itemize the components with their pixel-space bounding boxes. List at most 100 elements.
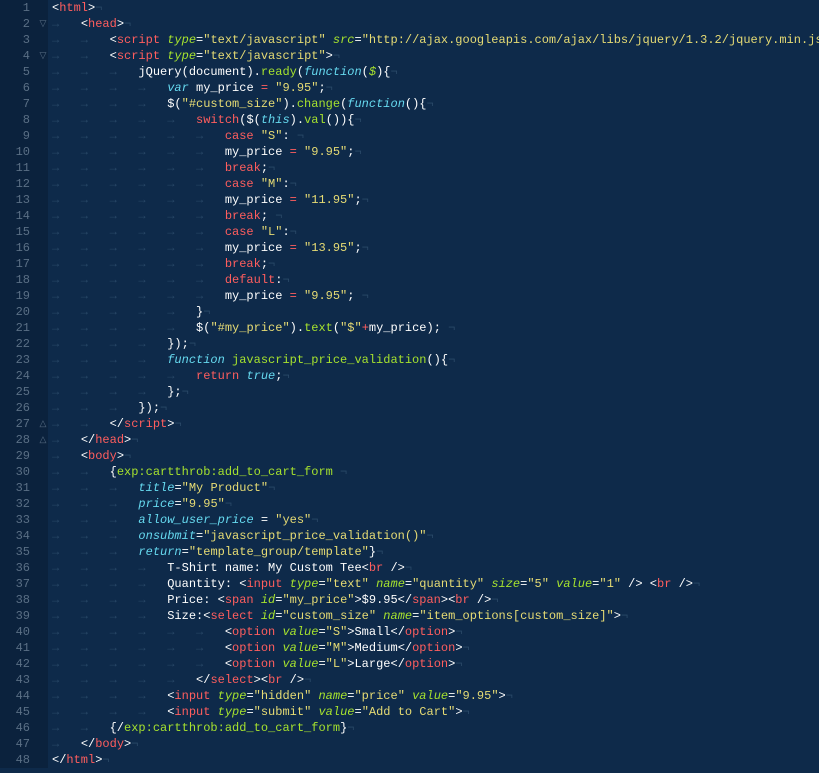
code-line[interactable]: → → → });¬ [52, 400, 819, 416]
token-tag: script [117, 33, 167, 47]
code-line[interactable]: → → → → → → my_price = "11.95";¬ [52, 192, 819, 208]
code-line[interactable]: → → {exp:cartthrob:add_to_cart_form ¬ [52, 464, 819, 480]
code-line[interactable]: → → → → → $("#my_price").text("$"+my_pri… [52, 320, 819, 336]
token-str: "13.95" [304, 241, 354, 255]
token-ws: → → → → → → [52, 161, 225, 175]
code-line[interactable]: → → → → → }¬ [52, 304, 819, 320]
token-tag: input [174, 689, 217, 703]
code-line[interactable]: → → → → → return true;¬ [52, 368, 819, 384]
code-line[interactable]: → → → → → → my_price = "13.95";¬ [52, 240, 819, 256]
code-line[interactable]: → <body>¬ [52, 448, 819, 464]
token-ws: → → → → → → [52, 177, 225, 191]
code-line[interactable]: → → → → → → my_price = "9.95"; ¬ [52, 288, 819, 304]
token-ws: → → → → → → [52, 289, 225, 303]
code-line[interactable]: → → → → $("#custom_size").change(functio… [52, 96, 819, 112]
code-line[interactable]: → → → → → → case "M":¬ [52, 176, 819, 192]
line-number: 7 [4, 96, 30, 112]
code-line[interactable]: → → → → <input type="submit" value="Add … [52, 704, 819, 720]
fold-marker [38, 32, 48, 48]
code-line[interactable]: → → → price="9.95"¬ [52, 496, 819, 512]
token-ws: → → → → → → [52, 145, 225, 159]
code-line[interactable]: → → → → var my_price = "9.95";¬ [52, 80, 819, 96]
token-attr: name [311, 689, 347, 703]
code-line[interactable]: → → → → → → my_price = "9.95";¬ [52, 144, 819, 160]
line-number: 47 [4, 736, 30, 752]
token-fn: val [304, 113, 326, 127]
line-number: 34 [4, 528, 30, 544]
token-punct: ; [318, 81, 325, 95]
code-line[interactable]: → → {/exp:cartthrob:add_to_cart_form}¬ [52, 720, 819, 736]
line-number: 13 [4, 192, 30, 208]
fold-marker [38, 288, 48, 304]
fold-marker[interactable]: △ [38, 432, 48, 448]
code-line[interactable]: → <head>¬ [52, 16, 819, 32]
token-str: "11.95" [304, 193, 354, 207]
fold-marker[interactable]: ▽ [38, 16, 48, 32]
code-line[interactable]: → → → jQuery(document).ready(function($)… [52, 64, 819, 80]
token-ws: ¬ [268, 257, 275, 271]
code-line[interactable]: → → → → Size:<select id="custom_size" na… [52, 608, 819, 624]
token-tag: input [246, 577, 289, 591]
token-punct: = [318, 625, 325, 639]
token-str: "text" [326, 577, 369, 591]
code-line[interactable]: → → → → → → case "S": ¬ [52, 128, 819, 144]
fold-marker [38, 96, 48, 112]
token-kw2: default [225, 273, 275, 287]
token-ws: ¬ [355, 113, 362, 127]
code-line[interactable]: → → → → function javascript_price_valida… [52, 352, 819, 368]
code-line[interactable]: → → → → Price: <span id="my_price">$9.95… [52, 592, 819, 608]
code-line[interactable]: → → <script type="text/javascript">¬ [52, 48, 819, 64]
token-str: "$" [340, 321, 362, 335]
token-punct: /> [470, 593, 492, 607]
code-line[interactable]: → → → → → → <option value="S">Small</opt… [52, 624, 819, 640]
code-line[interactable]: → → → onsubmit="javascript_price_validat… [52, 528, 819, 544]
fold-marker[interactable]: △ [38, 416, 48, 432]
line-number: 31 [4, 480, 30, 496]
token-punct: }); [138, 401, 160, 415]
code-line[interactable]: → → → → → → default:¬ [52, 272, 819, 288]
token-fn: ready [261, 65, 297, 79]
token-ws: ¬ [160, 401, 167, 415]
token-tag: br [455, 593, 469, 607]
token-ee: exp:cartthrob:add_to_cart_form [124, 721, 340, 735]
line-number: 46 [4, 720, 30, 736]
token-tag: script [117, 49, 167, 63]
code-line[interactable]: → → → → → → break;¬ [52, 256, 819, 272]
code-line[interactable]: → </head>¬ [52, 432, 819, 448]
code-line[interactable]: → → → → T-Shirt name: My Custom Tee<br /… [52, 560, 819, 576]
token-punct [254, 225, 261, 239]
token-punct: (){ [405, 97, 427, 111]
code-line[interactable]: </html>¬ [52, 752, 819, 768]
code-line[interactable]: → → → return="template_group/template"}¬ [52, 544, 819, 560]
code-line[interactable]: <html>¬ [52, 0, 819, 16]
code-line[interactable]: → → → → → → break; ¬ [52, 208, 819, 224]
token-attr: value [282, 625, 318, 639]
code-line[interactable]: → → → → });¬ [52, 336, 819, 352]
code-line[interactable]: → → → → → </select><br />¬ [52, 672, 819, 688]
token-ws: → → → → [52, 385, 167, 399]
token-punct: > [117, 17, 124, 31]
token-ws: → → → → → → [52, 273, 225, 287]
code-line[interactable]: → → → title="My Product"¬ [52, 480, 819, 496]
code-line[interactable]: → → <script type="text/javascript" src="… [52, 32, 819, 48]
code-line[interactable]: → → → → → → <option value="M">Medium</op… [52, 640, 819, 656]
code-line[interactable]: → → → → → → break;¬ [52, 160, 819, 176]
token-eeparam: onsubmit [138, 529, 196, 543]
line-number: 21 [4, 320, 30, 336]
code-line[interactable]: → </body>¬ [52, 736, 819, 752]
code-line[interactable]: → → → → → switch($(this).val()){¬ [52, 112, 819, 128]
line-number: 26 [4, 400, 30, 416]
code-line[interactable]: → → → → Quantity: <input type="text" nam… [52, 576, 819, 592]
fold-marker[interactable]: ▽ [38, 48, 48, 64]
token-attr: value [311, 705, 354, 719]
code-line[interactable]: → → </script>¬ [52, 416, 819, 432]
fold-marker [38, 352, 48, 368]
code-line[interactable]: → → → → <input type="hidden" name="price… [52, 688, 819, 704]
code-line[interactable]: → → → → → → <option value="L">Large</opt… [52, 656, 819, 672]
code-line[interactable]: → → → allow_user_price = "yes"¬ [52, 512, 819, 528]
code-line[interactable]: → → → → };¬ [52, 384, 819, 400]
code-area[interactable]: <html>¬→ <head>¬→ → <script type="text/j… [48, 0, 819, 768]
token-punct: my_price); [369, 321, 441, 335]
token-punct: }; [167, 385, 181, 399]
code-line[interactable]: → → → → → → case "L":¬ [52, 224, 819, 240]
